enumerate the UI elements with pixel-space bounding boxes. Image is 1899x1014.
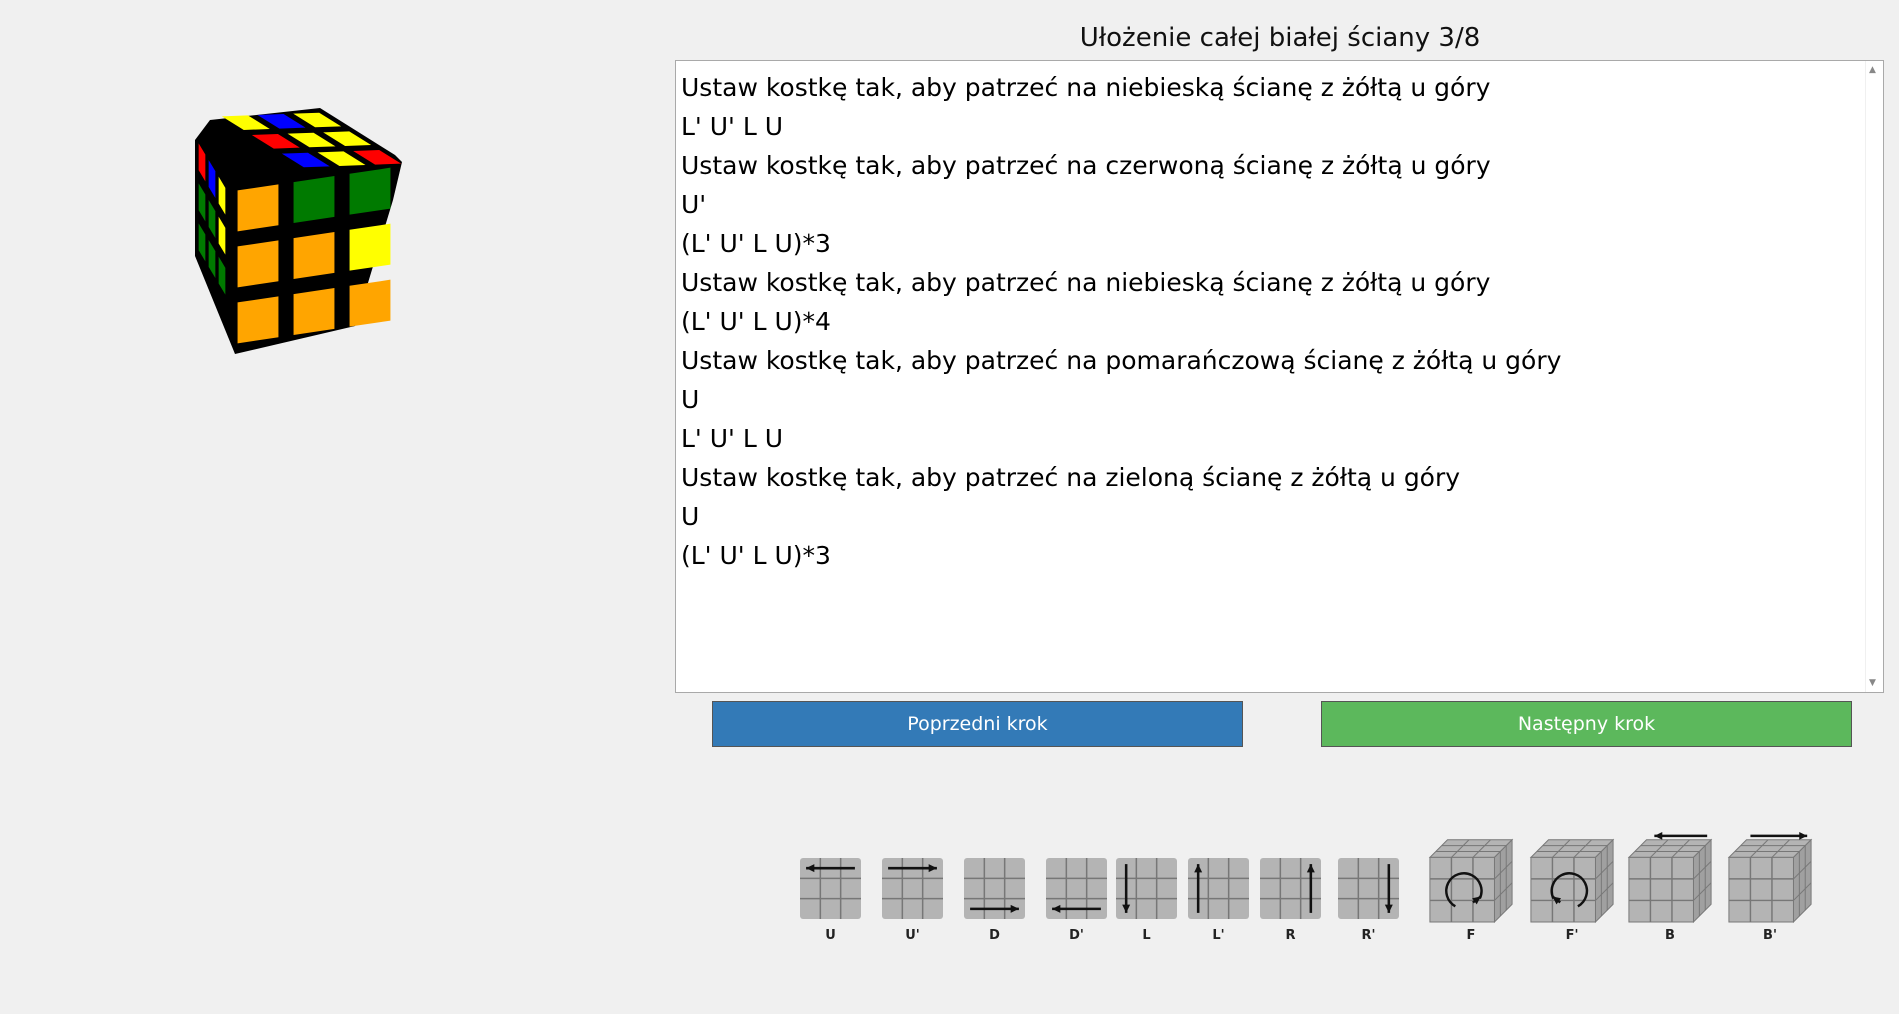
move-label: R [1285,928,1296,943]
move-d-icon[interactable] [964,858,1025,919]
move-u-icon[interactable] [800,858,861,919]
instruction-line: (L' U' L U)*4 [681,307,831,336]
move-label: B [1665,928,1675,943]
move-label: L [1142,928,1151,943]
cube-front-sticker [349,167,391,215]
instruction-line: L' U' L U [681,424,784,453]
cube-front-sticker [237,296,279,344]
cube-front-sticker [349,279,391,327]
step-title: Ułożenie całej białej ściany 3/8 [1079,23,1481,53]
instruction-line: (L' U' L U)*3 [681,229,831,258]
instruction-line: Ustaw kostkę tak, aby patrzeć na czerwon… [681,151,1491,180]
move-label: B' [1763,928,1777,943]
scroll-down-icon[interactable]: ▼ [1869,678,1876,688]
instruction-line: Ustaw kostkę tak, aby patrzeć na zieloną… [681,463,1461,492]
instruction-line: Ustaw kostkę tak, aby patrzeć na niebies… [681,73,1491,102]
move-r-prime-icon[interactable] [1338,858,1399,919]
move-b-icon[interactable] [1625,830,1715,924]
instruction-line: L' U' L U [681,112,784,141]
move-b-prime-icon[interactable] [1725,830,1815,924]
move-label: F [1466,928,1476,943]
instruction-line: Ustaw kostkę tak, aby patrzeć na niebies… [681,268,1491,297]
cube-front-sticker [293,232,335,279]
next-step-button[interactable]: Następny krok [1321,701,1852,747]
instruction-line: U [681,502,700,531]
cube-front-sticker [349,223,391,271]
move-l-icon[interactable] [1116,858,1177,919]
move-label: D [989,928,1000,943]
move-label: L' [1212,928,1225,943]
cube-front-sticker [237,240,279,288]
move-r-icon[interactable] [1260,858,1321,919]
cube-front-sticker [237,184,279,232]
move-u-prime-icon[interactable] [882,858,943,919]
move-label: F' [1565,928,1579,943]
instruction-line: U' [681,190,707,219]
move-label: D' [1069,928,1084,943]
cube-front-sticker [293,176,335,223]
move-label: R' [1361,928,1376,943]
scrollbar[interactable]: ▲ ▼ [1865,61,1883,692]
move-d-prime-icon[interactable] [1046,858,1107,919]
move-label: U' [905,928,920,943]
scroll-up-icon[interactable]: ▲ [1869,65,1876,75]
move-f-prime-icon[interactable] [1527,830,1617,924]
rubiks-cube-3d-view[interactable] [195,108,465,360]
instruction-line: Ustaw kostkę tak, aby patrzeć na pomarań… [681,346,1562,375]
instruction-line: (L' U' L U)*3 [681,541,831,570]
instruction-line: U [681,385,700,414]
previous-step-button[interactable]: Poprzedni krok [712,701,1243,747]
cube-front-sticker [293,288,335,335]
instructions-textbox[interactable]: Ustaw kostkę tak, aby patrzeć na niebies… [675,60,1884,693]
move-label: U [825,928,836,943]
move-l-prime-icon[interactable] [1188,858,1249,919]
move-f-icon[interactable] [1426,830,1516,924]
